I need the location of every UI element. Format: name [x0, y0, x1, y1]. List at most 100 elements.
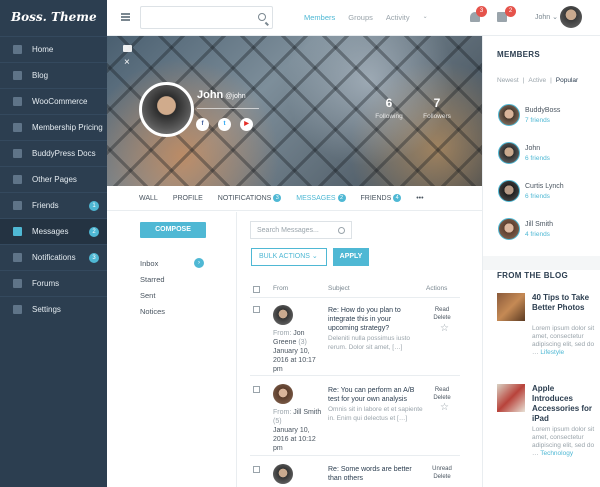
- close-icon[interactable]: ×: [124, 57, 130, 68]
- read-link[interactable]: Read: [428, 306, 456, 314]
- sidebar-item-notifications[interactable]: Notifications 3: [0, 244, 107, 270]
- sender-name[interactable]: Jill Smith: [293, 409, 321, 416]
- member-item[interactable]: BuddyBoss 7 friends: [498, 104, 598, 128]
- search-messages-input[interactable]: Search Messages...: [250, 221, 352, 239]
- member-friends: 6 friends: [525, 193, 550, 200]
- following-count: 6: [385, 96, 393, 110]
- compose-button[interactable]: COMPOSE: [140, 222, 206, 238]
- apply-button[interactable]: APPLY: [333, 248, 369, 266]
- post-title[interactable]: Apple Introduces Accessories for iPad: [532, 384, 597, 424]
- facebook-icon[interactable]: f: [196, 118, 209, 131]
- avatar[interactable]: [498, 104, 520, 126]
- post-excerpt: Lorem ipsum dolor sit amet, consectetur …: [532, 426, 597, 458]
- sidebar-item-forums[interactable]: Forums: [0, 270, 107, 296]
- sidebar-item-buddypress-docs[interactable]: BuddyPress Docs: [0, 140, 107, 166]
- post-title[interactable]: 40 Tips to Take Better Photos: [532, 293, 597, 313]
- sent-link[interactable]: Sent: [140, 291, 155, 300]
- sidebar-item-membership-pricing[interactable]: Membership Pricing: [0, 114, 107, 140]
- member-name[interactable]: Curtis Lynch: [525, 183, 564, 190]
- message-subject[interactable]: Re: You can perform an A/B test for your…: [328, 386, 423, 423]
- subject-text: Re: How do you plan to integrate this in…: [328, 307, 401, 332]
- topnav-members[interactable]: Members: [304, 13, 335, 22]
- message-subject[interactable]: Re: Some words are better than others: [328, 465, 423, 483]
- avatar[interactable]: [498, 180, 520, 202]
- sidebar-item-blog[interactable]: Blog: [0, 62, 107, 88]
- separator: |: [522, 77, 525, 84]
- notification-count-badge: 3: [476, 6, 487, 17]
- tab-active[interactable]: Active: [528, 77, 546, 84]
- sidebar-item-messages[interactable]: Messages 2: [0, 218, 107, 244]
- post-excerpt: Lorem ipsum dolor sit amet, consectetur …: [532, 325, 597, 357]
- inbox-link[interactable]: Inbox: [140, 259, 158, 268]
- camera-icon[interactable]: [123, 45, 132, 52]
- post-category[interactable]: Technology: [540, 450, 573, 457]
- bulk-actions-select[interactable]: BULK ACTIONS ⌄: [251, 248, 327, 266]
- profile-handle: @john: [225, 93, 246, 100]
- profile-name: John @john: [197, 89, 246, 101]
- post-category[interactable]: Lifestyle: [540, 349, 564, 356]
- tab-popular[interactable]: Popular: [556, 77, 578, 84]
- following-stat[interactable]: 6 Following: [369, 96, 409, 120]
- delete-link[interactable]: Delete: [428, 314, 456, 322]
- avatar[interactable]: [498, 142, 520, 164]
- avatar[interactable]: [273, 305, 293, 325]
- avatar[interactable]: [273, 384, 293, 404]
- site-logo[interactable]: Boss. Theme: [0, 0, 107, 36]
- youtube-icon[interactable]: ▶: [240, 118, 253, 131]
- member-item[interactable]: Curtis Lynch 6 friends: [498, 180, 598, 204]
- sidebar-item-label: Other Pages: [32, 175, 77, 184]
- tab-newest[interactable]: Newest: [497, 77, 519, 84]
- chevron-right-icon[interactable]: ›: [194, 258, 204, 268]
- user-menu[interactable]: John ⌄: [535, 13, 558, 21]
- more-nav-chevron-icon[interactable]: ⌄: [423, 13, 428, 22]
- sidebar-item-settings[interactable]: Settings: [0, 296, 107, 322]
- notices-link[interactable]: Notices: [140, 307, 165, 316]
- starred-link[interactable]: Starred: [140, 275, 165, 284]
- member-name[interactable]: Jill Smith: [525, 221, 553, 228]
- sidebar-item-other-pages[interactable]: Other Pages: [0, 166, 107, 192]
- twitter-icon[interactable]: t: [218, 118, 231, 131]
- post-thumbnail[interactable]: [497, 384, 525, 412]
- post-thumbnail[interactable]: [497, 293, 525, 321]
- unread-link[interactable]: Unread: [428, 465, 456, 473]
- tab-notifications[interactable]: NOTIFICATIONS 3: [218, 194, 282, 202]
- star-icon[interactable]: ☆: [440, 323, 449, 334]
- delete-link[interactable]: Delete: [428, 473, 456, 481]
- blog-icon: [13, 71, 22, 80]
- more-tabs-icon[interactable]: •••: [416, 195, 423, 202]
- tab-profile[interactable]: PROFILE: [173, 195, 203, 202]
- sidebar-item-label: Membership Pricing: [32, 123, 103, 132]
- separator: |: [550, 77, 552, 84]
- row-checkbox[interactable]: [253, 466, 260, 473]
- followers-stat[interactable]: 7 Followers: [417, 96, 457, 120]
- select-all-checkbox[interactable]: [253, 286, 260, 293]
- search-input[interactable]: [140, 6, 273, 29]
- search-icon[interactable]: [338, 227, 345, 234]
- topnav-activity[interactable]: Activity: [386, 13, 410, 22]
- row-checkbox[interactable]: [253, 386, 260, 393]
- avatar[interactable]: [498, 218, 520, 240]
- thread-count: (3): [298, 339, 307, 346]
- row-checkbox[interactable]: [253, 306, 260, 313]
- member-item[interactable]: John 6 friends: [498, 142, 598, 166]
- search-icon[interactable]: [258, 13, 266, 21]
- topnav-groups[interactable]: Groups: [348, 13, 373, 22]
- tab-wall[interactable]: WALL: [139, 195, 158, 202]
- profile-avatar[interactable]: [139, 82, 194, 137]
- avatar[interactable]: [273, 464, 293, 484]
- message-subject[interactable]: Re: How do you plan to integrate this in…: [328, 306, 423, 352]
- member-item[interactable]: Jill Smith 4 friends: [498, 218, 598, 242]
- hamburger-menu-icon[interactable]: [121, 13, 130, 21]
- avatar[interactable]: [560, 6, 582, 28]
- delete-link[interactable]: Delete: [428, 394, 456, 402]
- sidebar-item-home[interactable]: Home: [0, 36, 107, 62]
- member-name[interactable]: John: [525, 145, 540, 152]
- sidebar-item-woocommerce[interactable]: WooCommerce: [0, 88, 107, 114]
- star-icon[interactable]: ☆: [440, 402, 449, 413]
- from-label: From:: [273, 409, 292, 416]
- member-name[interactable]: BuddyBoss: [525, 107, 560, 114]
- tab-friends[interactable]: FRIENDS 4: [361, 194, 402, 202]
- sidebar-item-friends[interactable]: Friends 1: [0, 192, 107, 218]
- tab-messages[interactable]: MESSAGES 2: [296, 194, 346, 202]
- read-link[interactable]: Read: [428, 386, 456, 394]
